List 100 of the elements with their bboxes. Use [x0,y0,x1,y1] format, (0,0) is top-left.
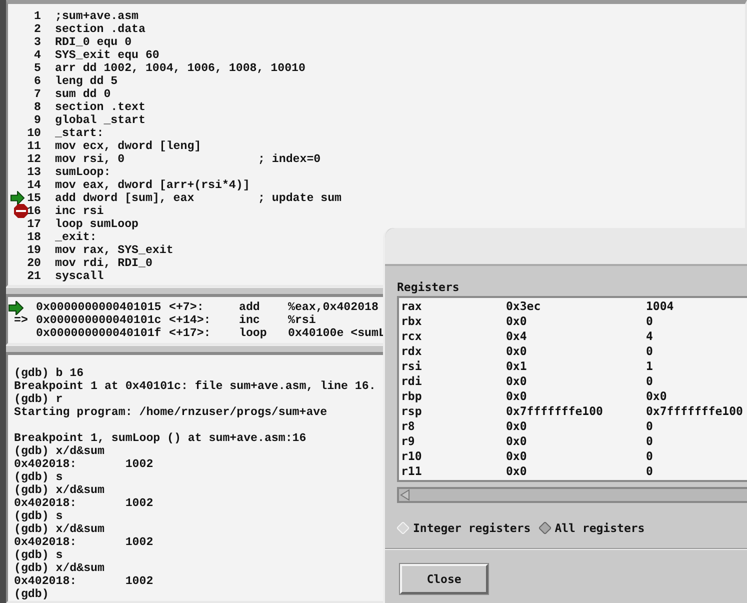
console-line: 0x402018: 1002 [14,574,154,588]
register-name: r10 [401,449,423,464]
code-line: inc rsi [55,205,105,218]
register-name: rsp [401,404,423,419]
register-hex-value: 0x4 [506,329,528,344]
register-hex-value: 0x0 [506,344,528,359]
console-line: (gdb) x/d&sum [14,444,104,458]
code-line: mov ecx, dword [leng] [55,140,202,153]
line-number: 17 [26,218,41,231]
code-line: sum dd 0 [55,88,112,101]
register-value: 0 [646,374,653,389]
line-number: 4 [33,49,41,62]
register-value: 0x0 [646,389,667,404]
console-line: 0x402018: 1002 [14,496,154,510]
code-comment: ; update sum [258,192,342,205]
register-name: r9 [401,434,416,449]
code-line: section .text [55,101,146,114]
line-number: 10 [26,127,41,140]
console-line: (gdb) x/d&sum [14,484,104,497]
console-line: 0x402018: 1002 [14,536,154,549]
register-value: 1 [646,359,653,374]
console-line: (gdb) b 16 [14,366,84,380]
register-name: rbp [401,389,423,404]
code-line: RDI_0 equ 0 [55,36,133,49]
pointer-marker: => [14,314,28,328]
console-line: (gdb) s [14,510,63,523]
register-hex-value: 0x3ec [506,299,542,314]
instruction-mnemonic: add [239,301,261,314]
instruction-address: 0x0000000000401015 [36,301,162,314]
register-value: 0 [646,434,653,449]
code-line: ;sum+ave.asm [55,10,140,23]
line-number: 15 [26,192,41,205]
register-name: rsi [401,359,423,374]
code-line: syscall [55,270,105,283]
code-line: mov rdi, RDI_0 [55,257,154,270]
register-hex-value: 0x0 [506,449,528,464]
register-hex-value: 0x1 [506,359,528,374]
register-hex-value: 0x0 [506,434,528,449]
code-line: add dword [sum], eax [55,192,196,205]
console-line: Starting program: /home/rnzuser/progs/sum+ave [14,406,328,419]
instruction-offset: <+7>: [169,301,205,314]
console-line: (gdb) x/d&sum [14,522,104,536]
line-number: 12 [26,153,41,166]
radio-option[interactable]: All registers [538,521,645,535]
code-line: mov rsi, 0 [55,153,126,166]
line-number: 11 [26,140,41,153]
register-name: r8 [401,419,416,434]
line-number: 8 [33,101,41,114]
code-line: sumLoop: [55,166,112,179]
line-number: 3 [33,36,41,49]
line-number: 2 [33,23,41,36]
register-name: rbx [401,314,423,329]
line-number: 9 [33,114,41,127]
line-number: 7 [33,88,41,101]
scroll-left-icon[interactable] [399,489,411,501]
instruction-offset: <+17>: [169,327,212,340]
instruction-operands: %eax,0x402018 [288,301,378,314]
instruction-mnemonic: inc [239,314,261,328]
register-value: 0 [646,449,653,464]
console-line: Breakpoint 1 at 0x40101c: file sum+ave.asm, line 16. [14,380,376,393]
instruction-offset: <+14>: [169,314,212,328]
horizontal-scrollbar[interactable] [397,487,747,503]
code-line: arr dd 1002, 1004, 1006, 1008, 10010 [55,62,306,75]
radio-diamond-icon[interactable] [538,522,551,534]
console-line: Breakpoint 1, sumLoop () at sum+ave.asm:16 [14,432,306,445]
register-value: 0 [646,464,653,479]
register-value: 1004 [646,299,674,314]
line-number: 16 [26,205,41,218]
line-number: 21 [26,270,41,283]
console-line: (gdb) x/d&sum [14,562,104,575]
register-hex-value: 0x0 [506,389,528,404]
close-button[interactable]: Close [400,564,488,594]
console-line: (gdb) r [14,392,63,406]
instruction-operands: %rsi [288,314,316,328]
radio-option[interactable]: Integer registers [397,521,531,535]
console-line: (gdb) s [14,548,63,562]
register-hex-value: 0x0 [506,419,528,434]
code-line: _start: [55,127,105,140]
register-name: rdx [401,344,423,359]
register-value: 0 [646,419,653,434]
code-line: leng dd 5 [55,75,119,88]
code-line: loop sumLoop [55,218,140,231]
instruction-mnemonic: loop [239,327,268,340]
code-line: SYS_exit equ 60 [55,49,160,62]
register-name: rdi [401,374,423,389]
line-number: 19 [26,244,41,257]
register-value: 0 [646,344,653,359]
register-hex-value: 0x0 [506,374,528,389]
register-hex-value: 0x7fffffffe100 [506,404,604,419]
code-line: section .data [55,23,146,36]
console-line: 0x402018: 1002 [14,458,154,471]
line-number: 6 [33,75,41,88]
code-line: mov rax, SYS_exit [55,244,174,257]
registers-heading: Registers [397,279,460,296]
line-number: 13 [26,166,41,179]
register-value: 4 [646,329,653,344]
line-number: 5 [33,62,41,75]
code-line: _exit: [55,231,98,244]
register-hex-value: 0x0 [506,464,528,479]
line-number: 20 [26,257,41,270]
